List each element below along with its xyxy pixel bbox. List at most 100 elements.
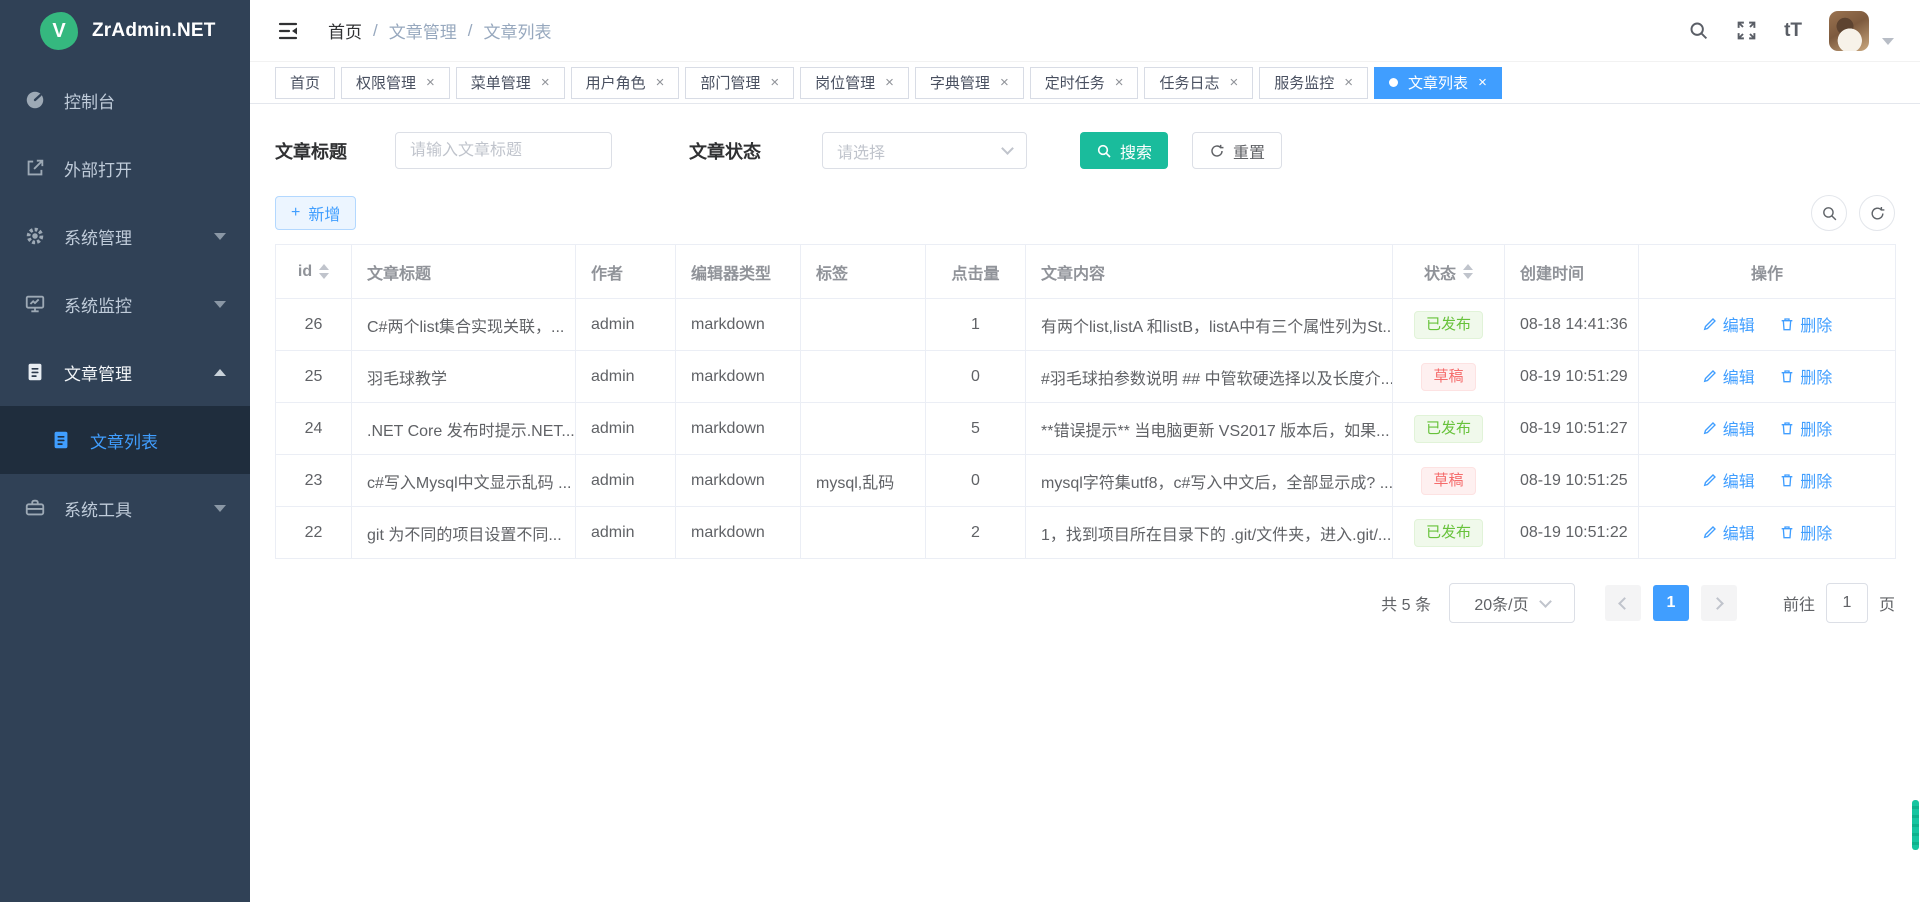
tab-permission[interactable]: 权限管理 × bbox=[341, 67, 450, 99]
cell-tags bbox=[801, 351, 926, 403]
cell-title: .NET Core 发布时提示.NET... bbox=[352, 403, 576, 455]
cell-author: admin bbox=[576, 299, 676, 351]
tab-article-list[interactable]: 文章列表 × bbox=[1374, 67, 1502, 99]
tab-label: 部门管理 bbox=[700, 72, 760, 93]
column-header-author: 作者 bbox=[576, 245, 676, 299]
sidebar-item-system-admin[interactable]: 系统管理 bbox=[0, 202, 250, 270]
tab-close-icon[interactable]: × bbox=[1230, 75, 1239, 90]
logo[interactable]: V ZrAdmin.NET bbox=[0, 0, 250, 62]
cell-title: git 为不同的项目设置不同... bbox=[352, 507, 576, 559]
tab-close-icon[interactable]: × bbox=[426, 75, 435, 90]
table-row: 22 git 为不同的项目设置不同... admin markdown 2 1，… bbox=[276, 507, 1896, 559]
sidebar-item-article-admin[interactable]: 文章管理 bbox=[0, 338, 250, 406]
chevron-down-icon bbox=[1001, 142, 1014, 155]
tab-scheduled-task[interactable]: 定时任务 × bbox=[1030, 67, 1139, 99]
plus-icon: + bbox=[291, 204, 300, 222]
avatar[interactable] bbox=[1829, 11, 1869, 51]
delete-button[interactable]: 删除 bbox=[1779, 312, 1832, 336]
scrollbar-thumb[interactable] bbox=[1912, 800, 1919, 850]
chevron-down-icon[interactable] bbox=[1882, 38, 1894, 45]
edit-button[interactable]: 编辑 bbox=[1702, 312, 1755, 336]
show-search-button[interactable] bbox=[1811, 195, 1847, 231]
cell-id: 22 bbox=[276, 507, 352, 559]
current-page-button[interactable]: 1 bbox=[1653, 585, 1689, 621]
tab-task-log[interactable]: 任务日志 × bbox=[1144, 67, 1253, 99]
search-button[interactable]: 搜索 bbox=[1080, 132, 1168, 169]
goto-page-input[interactable] bbox=[1826, 583, 1868, 623]
edit-button[interactable]: 编辑 bbox=[1702, 468, 1755, 492]
sidebar-item-label: 外部打开 bbox=[64, 156, 226, 181]
status-badge: 已发布 bbox=[1414, 519, 1483, 547]
delete-button[interactable]: 删除 bbox=[1779, 468, 1832, 492]
pagination-total: 共 5 条 bbox=[1381, 591, 1431, 615]
article-title-input[interactable] bbox=[395, 132, 612, 169]
prev-page-button[interactable] bbox=[1605, 585, 1641, 621]
monitor-icon bbox=[24, 293, 46, 315]
cell-tags: mysql,乱码 bbox=[801, 455, 926, 507]
tab-post[interactable]: 岗位管理 × bbox=[800, 67, 909, 99]
sidebar-item-article-list[interactable]: 文章列表 bbox=[0, 406, 250, 474]
breadcrumb-home[interactable]: 首页 bbox=[328, 18, 362, 43]
column-header-actions: 操作 bbox=[1639, 245, 1896, 299]
tab-close-icon[interactable]: × bbox=[1000, 75, 1009, 90]
sort-icon[interactable] bbox=[319, 264, 329, 279]
cell-editor: markdown bbox=[676, 299, 801, 351]
tab-user-role[interactable]: 用户角色 × bbox=[571, 67, 680, 99]
fullscreen-icon[interactable] bbox=[1736, 20, 1757, 41]
cell-editor: markdown bbox=[676, 403, 801, 455]
topbar: 首页 / 文章管理 / 文章列表 tT bbox=[250, 0, 1920, 62]
tab-home[interactable]: 首页 bbox=[275, 67, 335, 99]
app-root: V ZrAdmin.NET 控制台 外部打开 系统管理 bbox=[0, 0, 1920, 902]
logo-icon: V bbox=[40, 12, 78, 50]
column-header-status[interactable]: 状态 bbox=[1393, 245, 1505, 299]
tab-label: 用户角色 bbox=[586, 72, 646, 93]
tab-close-icon[interactable]: × bbox=[885, 75, 894, 90]
tab-close-icon[interactable]: × bbox=[1478, 75, 1487, 90]
tab-department[interactable]: 部门管理 × bbox=[685, 67, 794, 99]
tab-close-icon[interactable]: × bbox=[656, 75, 665, 90]
article-title-label: 文章标题 bbox=[275, 138, 347, 164]
column-header-tags: 标签 bbox=[801, 245, 926, 299]
page-size-select[interactable]: 20条/页 bbox=[1449, 583, 1575, 623]
tab-dict[interactable]: 字典管理 × bbox=[915, 67, 1024, 99]
tab-service-monitor[interactable]: 服务监控 × bbox=[1259, 67, 1368, 99]
search-icon[interactable] bbox=[1688, 20, 1709, 41]
tab-close-icon[interactable]: × bbox=[1115, 75, 1124, 90]
add-button[interactable]: + 新增 bbox=[275, 196, 356, 230]
column-header-title: 文章标题 bbox=[352, 245, 576, 299]
delete-button[interactable]: 删除 bbox=[1779, 520, 1832, 544]
sort-icon[interactable] bbox=[1463, 264, 1473, 279]
sidebar-fold-icon[interactable] bbox=[276, 19, 300, 43]
sidebar-item-label: 系统管理 bbox=[64, 224, 196, 249]
column-header-hits: 点击量 bbox=[926, 245, 1026, 299]
cell-hits: 1 bbox=[926, 299, 1026, 351]
article-status-select[interactable]: 请选择 bbox=[822, 132, 1027, 169]
cell-content: 有两个list,listA 和listB，listA中有三个属性列为St... bbox=[1026, 299, 1393, 351]
cell-editor: markdown bbox=[676, 507, 801, 559]
sidebar-item-dashboard[interactable]: 控制台 bbox=[0, 66, 250, 134]
cell-content: #羽毛球拍参数说明 ## 中管软硬选择以及长度介... bbox=[1026, 351, 1393, 403]
delete-button[interactable]: 删除 bbox=[1779, 364, 1832, 388]
edit-button[interactable]: 编辑 bbox=[1702, 416, 1755, 440]
reset-button[interactable]: 重置 bbox=[1192, 132, 1282, 169]
sidebar-item-system-tools[interactable]: 系统工具 bbox=[0, 474, 250, 542]
content: 文章标题 文章状态 请选择 搜索 重置 + bbox=[250, 104, 1920, 902]
tab-close-icon[interactable]: × bbox=[770, 75, 779, 90]
app-title: ZrAdmin.NET bbox=[92, 20, 216, 42]
sidebar-item-external[interactable]: 外部打开 bbox=[0, 134, 250, 202]
sidebar-item-label: 控制台 bbox=[64, 88, 226, 113]
tab-close-icon[interactable]: × bbox=[1344, 75, 1353, 90]
cell-content: mysql字符集utf8，c#写入中文后，全部显示成? ... bbox=[1026, 455, 1393, 507]
tab-menu-admin[interactable]: 菜单管理 × bbox=[456, 67, 565, 99]
breadcrumb-level1[interactable]: 文章管理 bbox=[389, 18, 457, 43]
sidebar-item-label: 系统监控 bbox=[64, 292, 196, 317]
refresh-button[interactable] bbox=[1859, 195, 1895, 231]
column-header-id[interactable]: id bbox=[276, 245, 352, 299]
delete-button[interactable]: 删除 bbox=[1779, 416, 1832, 440]
sidebar-item-system-monitor[interactable]: 系统监控 bbox=[0, 270, 250, 338]
edit-button[interactable]: 编辑 bbox=[1702, 520, 1755, 544]
tab-close-icon[interactable]: × bbox=[541, 75, 550, 90]
edit-button[interactable]: 编辑 bbox=[1702, 364, 1755, 388]
font-size-icon[interactable]: tT bbox=[1784, 20, 1802, 42]
next-page-button[interactable] bbox=[1701, 585, 1737, 621]
